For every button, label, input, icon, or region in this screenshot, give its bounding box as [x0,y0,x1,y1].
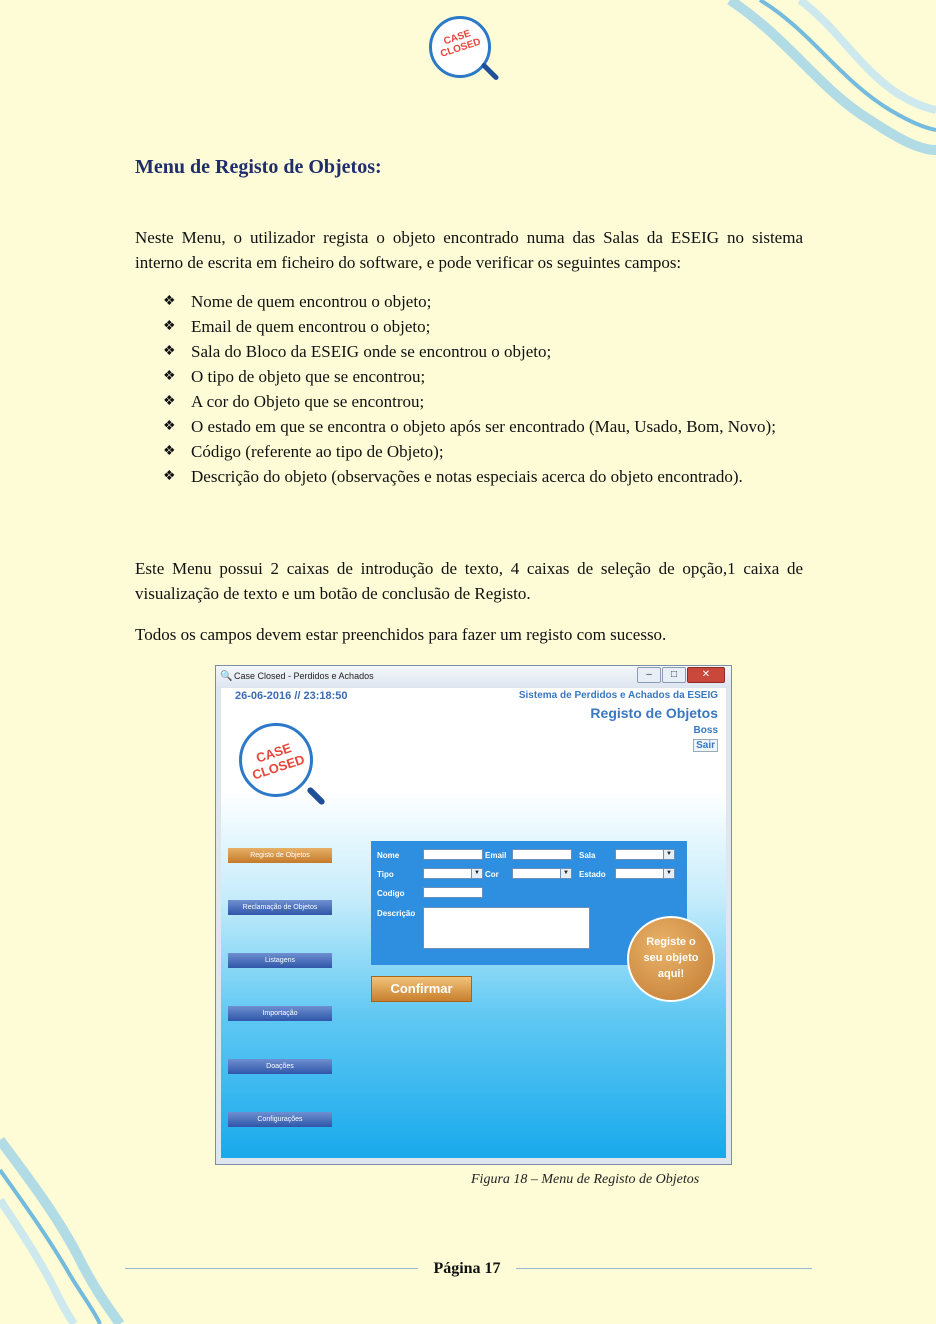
list-item: ❖ Descrição do objeto (observações e nota… [135,464,803,489]
tipo-select[interactable]: ▼ [423,868,483,879]
diamond-bullet-icon: ❖ [163,344,176,359]
page-number: Página 17 [433,1260,501,1277]
footer-divider-right [516,1268,812,1269]
tipo-label: Tipo [377,870,394,879]
close-icon[interactable]: ✕ [687,667,725,683]
fields-list: ❖ Nome de quem encontrou o objeto; ❖ Email… [135,289,803,489]
diamond-bullet-icon: ❖ [163,369,176,384]
case-closed-logo: CASE CLOSED [423,12,503,94]
diamond-bullet-icon: ❖ [163,419,176,434]
app-page-title: Registo de Objetos [590,705,718,721]
window-title: Case Closed - Perdidos e Achados [234,671,374,681]
nav-importacao-button[interactable]: Importação [228,1006,332,1021]
diamond-bullet-icon: ❖ [163,294,176,309]
wave-top-right-decoration [727,0,936,155]
estado-select[interactable]: ▼ [615,868,675,879]
app-logo: CASE CLOSED [239,723,329,813]
logout-button[interactable]: Sair [693,739,718,752]
email-label: Email [485,851,507,860]
email-input[interactable] [512,849,572,860]
chevron-down-icon: ▼ [560,869,571,878]
intro-paragraph: Neste Menu, o utilizador regista o objet… [135,228,803,272]
logo-handle [480,61,500,82]
descricao-label: Descrição [377,909,416,918]
chevron-down-icon: ▼ [663,850,674,859]
summary-paragraph: Este Menu possui 2 caixas de introdução … [135,559,803,603]
window-titlebar: 🔍 Case Closed - Perdidos e Achados – □ ✕ [216,666,731,688]
nav-reclamacao-button[interactable]: Reclamação de Objetos [228,900,332,915]
cor-select[interactable]: ▼ [512,868,572,879]
diamond-bullet-icon: ❖ [163,319,176,334]
system-name: Sistema de Perdidos e Achados da ESEIG [518,690,718,701]
list-item: ❖ A cor do Objeto que se encontrou; [135,389,803,414]
descricao-textarea[interactable] [423,907,590,949]
nav-listagens-button[interactable]: Listagens [228,953,332,968]
nav-configuracoes-button[interactable]: Configurações [228,1112,332,1127]
registe-badge: Registe o seu objeto aqui! [627,916,715,1002]
nome-input[interactable] [423,849,483,860]
wave-bottom-left-decoration [0,1137,125,1324]
datetime-label: 26-06-2016 // 23:18:50 [235,690,348,702]
app-screenshot-window: 🔍 Case Closed - Perdidos e Achados – □ ✕… [215,665,732,1165]
codigo-label: Codigo [377,889,405,898]
section-title: Menu de Registo de Objetos: [135,156,382,178]
nav-registo-button[interactable]: Registo de Objetos [228,848,332,863]
list-item: ❖ O estado em que se encontra o objeto ap… [135,414,803,439]
sala-label: Sala [579,851,596,860]
cor-label: Cor [485,870,499,879]
diamond-bullet-icon: ❖ [163,394,176,409]
note-paragraph: Todos os campos devem estar preenchidos … [135,625,667,644]
list-item: ❖ Nome de quem encontrou o objeto; [135,289,803,314]
minimize-icon[interactable]: – [637,667,661,683]
footer-divider-left [125,1268,418,1269]
codigo-input[interactable] [423,887,483,898]
list-item: ❖ Sala do Bloco da ESEIG onde se encontro… [135,339,803,364]
chevron-down-icon: ▼ [663,869,674,878]
list-item: ❖ Email de quem encontrou o objeto; [135,314,803,339]
app-client-area: 26-06-2016 // 23:18:50 Sistema de Perdid… [221,688,726,1158]
sala-select[interactable]: ▼ [615,849,675,860]
user-name: Boss [693,725,718,736]
estado-label: Estado [579,870,606,879]
diamond-bullet-icon: ❖ [163,469,176,484]
nome-label: Nome [377,851,400,860]
confirm-button[interactable]: Confirmar [371,976,472,1002]
chevron-down-icon: ▼ [471,869,482,878]
nav-doacoes-button[interactable]: Doações [228,1059,332,1074]
maximize-icon[interactable]: □ [662,667,686,683]
app-logo-handle [306,786,326,806]
app-icon: 🔍 [220,671,233,682]
list-item: ❖ Código (referente ao tipo de Objeto); [135,439,803,464]
diamond-bullet-icon: ❖ [163,444,176,459]
window-controls: – □ ✕ [636,667,725,683]
figure-caption: Figura 18 – Menu de Registo de Objetos [471,1172,700,1187]
list-item: ❖ O tipo de objeto que se encontrou; [135,364,803,389]
